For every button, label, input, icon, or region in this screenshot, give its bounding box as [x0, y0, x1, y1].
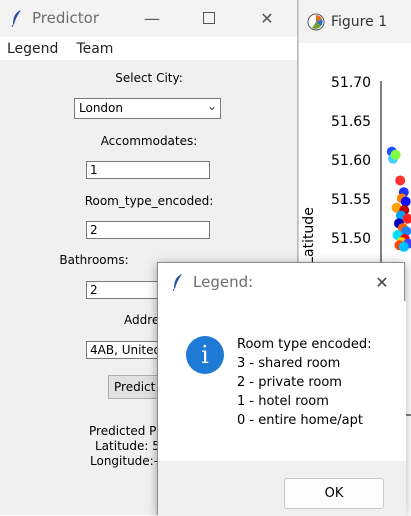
figure-title: Figure 1 [331, 13, 388, 30]
scatter-point [400, 196, 411, 207]
maximize-button[interactable] [189, 6, 229, 30]
legend-line: 3 - shared room [237, 356, 341, 371]
scatter-point [395, 175, 406, 186]
close-icon: ✕ [260, 8, 274, 28]
scatter-point [390, 149, 401, 160]
predict-button[interactable]: Predict Price [108, 375, 158, 399]
city-label: Select City: [115, 71, 183, 85]
legend-message: Room type encoded: 3 - shared room 2 - p… [237, 335, 372, 430]
ok-button[interactable]: OK [284, 478, 384, 509]
ytick-label: 51.60 [331, 153, 372, 169]
city-select-value: London [79, 101, 123, 115]
legend-body: i Room type encoded: 3 - shared room 2 -… [158, 301, 406, 461]
close-icon: ✕ [375, 272, 389, 292]
predictor-titlebar: Predictor — ✕ [0, 0, 297, 37]
legend-titlebar: Legend: ✕ [158, 263, 404, 301]
ytick-label: 51.70 [331, 75, 372, 91]
maximize-icon [203, 12, 215, 24]
legend-line: 0 - entire home/apt [237, 413, 363, 428]
legend-line: Room type encoded: [237, 337, 372, 352]
scatter-point [398, 241, 409, 252]
predictor-title: Predictor [32, 9, 100, 27]
info-icon: i [186, 336, 224, 374]
ytick-label: 51.50 [331, 231, 372, 247]
legend-line: 2 - private room [237, 375, 342, 390]
legend-close-button[interactable]: ✕ [364, 270, 400, 294]
menu-legend[interactable]: Legend [7, 41, 58, 57]
feather-icon [11, 10, 21, 27]
accommodates-label: Accommodates: [100, 134, 198, 148]
y-axis-label: Latitude [301, 207, 317, 265]
menubar: Legend Team [0, 37, 297, 60]
chevron-down-icon: ⌄ [206, 99, 217, 113]
matplotlib-icon [307, 13, 325, 30]
room-type-label: Room_type_encoded: [84, 194, 214, 208]
legend-line: 1 - hotel room [237, 394, 329, 409]
address-input[interactable]: 4AB, United Kingdom [86, 341, 158, 359]
minimize-button[interactable]: — [132, 6, 172, 30]
room-type-input[interactable]: 2 [86, 221, 210, 239]
ytick-label: 51.55 [331, 192, 372, 208]
accommodates-input[interactable]: 1 [86, 161, 210, 179]
close-button[interactable]: ✕ [247, 6, 287, 30]
menu-team[interactable]: Team [76, 41, 113, 57]
figure-titlebar: Figure 1 [299, 0, 411, 43]
city-select[interactable]: London ⌄ [74, 98, 221, 119]
feather-icon [172, 274, 182, 291]
legend-title: Legend: [193, 273, 254, 291]
ytick-label: 51.65 [331, 114, 372, 130]
legend-dialog: Legend: ✕ i Room type encoded: 3 - share… [157, 262, 406, 516]
minimize-icon: — [144, 8, 160, 28]
bathrooms-input[interactable]: 2 [86, 281, 158, 299]
